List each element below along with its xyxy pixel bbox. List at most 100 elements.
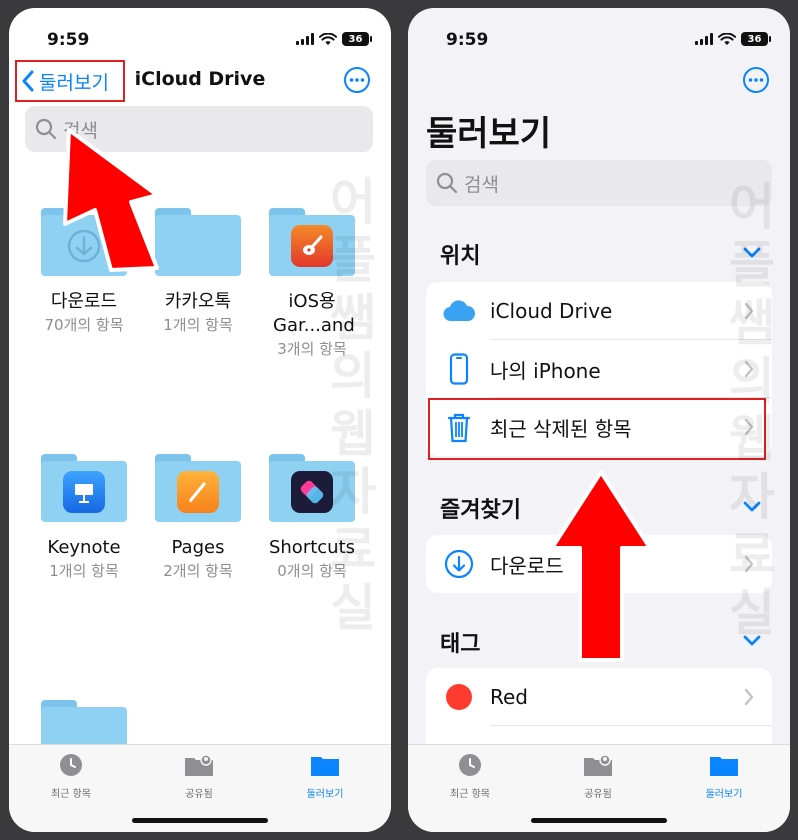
page-title: 둘러보기: [426, 114, 552, 154]
search-input[interactable]: 검색: [25, 106, 373, 152]
tab-browse[interactable]: 둘러보기: [674, 753, 774, 800]
list-item-label: 최근 삭제된 항목: [490, 416, 632, 441]
tab-shared[interactable]: 공유됨: [548, 753, 648, 800]
folder-name: Keynote: [47, 537, 121, 558]
section-header-favorites: 즐겨찾기: [440, 498, 521, 523]
folder-icon: [155, 208, 241, 276]
folder-item[interactable]: 카카오톡 1개의 항목: [141, 208, 255, 336]
folder-name: iOS용 Gar...and: [273, 291, 355, 336]
folder-count: 1개의 항목: [49, 562, 119, 580]
chevron-right-icon: [744, 555, 754, 573]
clock-icon: [459, 754, 481, 776]
folder-name: 다운로드: [50, 291, 118, 312]
cellular-signal-icon: [695, 33, 713, 45]
search-input[interactable]: 검색: [426, 160, 772, 206]
search-icon: [35, 118, 57, 140]
status-icons: 36: [695, 32, 771, 46]
battery-level: 36: [747, 33, 762, 45]
battery-level: 36: [348, 33, 363, 45]
folder-icon: [710, 757, 738, 776]
tab-recents[interactable]: 최근 항목: [420, 753, 520, 800]
status-time: 9:59: [446, 30, 489, 50]
tab-label: 공유됨: [584, 789, 612, 800]
folder-name: Pages: [171, 537, 225, 558]
folder-icon: [155, 454, 241, 522]
section-header-locations: 위치: [440, 244, 481, 269]
tag-color-dot: [442, 680, 476, 714]
folder-name: 카카오톡: [164, 291, 232, 312]
download-icon: [67, 229, 101, 263]
guitar-icon: [291, 225, 333, 267]
folder-count: 3개의 항목: [277, 340, 347, 358]
home-indicator: [531, 818, 667, 823]
chevron-down-icon[interactable]: [742, 634, 762, 648]
list-item-label: Red: [490, 685, 528, 709]
status-icons: 36: [296, 32, 372, 46]
folder-count: 1개의 항목: [163, 316, 233, 334]
clock-icon: [60, 754, 82, 776]
folder-count: 70개의 항목: [44, 316, 124, 334]
section-header-tags: 태그: [440, 632, 481, 657]
trash-icon: [442, 410, 476, 444]
chevron-down-icon[interactable]: [742, 246, 762, 260]
list-item-downloads[interactable]: 다운로드: [426, 535, 772, 593]
icloud-icon: [442, 294, 476, 328]
iphone-icon: [442, 352, 476, 386]
status-bar: 9:59 36: [9, 8, 391, 58]
battery-icon: 36: [741, 32, 771, 46]
shortcuts-icon: [291, 471, 333, 513]
right-phone-screen: 9:59 36 둘러보기 검색 위치 iCloud Drive 나의 iPhon…: [408, 8, 790, 832]
battery-icon: 36: [342, 32, 372, 46]
search-placeholder: 검색: [464, 173, 499, 196]
folder-item[interactable]: Keynote 1개의 항목: [27, 454, 141, 582]
tab-bar: 최근 항목 공유됨 둘러보기: [9, 744, 391, 832]
folder-item[interactable]: Shortcuts 0개의 항목: [255, 454, 369, 582]
list-item-recently-deleted[interactable]: 최근 삭제된 항목: [426, 398, 772, 456]
locations-list: iCloud Drive 나의 iPhone 최근 삭제된 항목: [426, 282, 772, 456]
chevron-down-icon[interactable]: [742, 500, 762, 514]
shared-folder-icon: [185, 754, 213, 776]
more-options-icon[interactable]: [343, 66, 371, 94]
tab-label: 최근 항목: [450, 789, 490, 800]
left-phone-screen: 9:59 36 둘러보기 iCloud Drive 검색 다운로드 70개의 항…: [9, 8, 391, 832]
folder-item[interactable]: iOS용 Gar...and 3개의 항목: [255, 208, 369, 360]
folder-item[interactable]: Pages 2개의 항목: [141, 454, 255, 582]
tab-bar: 최근 항목 공유됨 둘러보기: [408, 744, 790, 832]
folder-name: Shortcuts: [268, 537, 356, 558]
page-title: iCloud Drive: [134, 68, 266, 90]
search-icon: [436, 172, 458, 194]
tab-label: 둘러보기: [705, 789, 743, 800]
cellular-signal-icon: [296, 33, 314, 45]
folder-count: 0개의 항목: [277, 562, 347, 580]
keynote-icon: [63, 471, 105, 513]
list-item-label: iCloud Drive: [490, 299, 613, 323]
tab-label: 둘러보기: [306, 789, 344, 800]
folder-icon: [311, 757, 339, 776]
favorites-list: 다운로드: [426, 535, 772, 593]
list-item-tag-red[interactable]: Red: [426, 668, 772, 726]
folder-icon: [269, 208, 355, 276]
download-circle-icon: [442, 547, 476, 581]
wifi-icon: [718, 32, 736, 45]
list-item-label: 나의 iPhone: [490, 358, 601, 383]
list-item-on-my-iphone[interactable]: 나의 iPhone: [426, 340, 772, 398]
list-item-icloud-drive[interactable]: iCloud Drive: [426, 282, 772, 340]
wifi-icon: [319, 32, 337, 45]
search-placeholder: 검색: [63, 119, 98, 142]
status-time: 9:59: [47, 30, 90, 50]
folder-icon: [269, 454, 355, 522]
folder-icon: [41, 454, 127, 522]
more-options-icon[interactable]: [742, 66, 770, 94]
tab-label: 최근 항목: [51, 789, 91, 800]
tab-shared[interactable]: 공유됨: [149, 753, 249, 800]
tab-label: 공유됨: [185, 789, 213, 800]
folder-item[interactable]: 다운로드 70개의 항목: [27, 208, 141, 336]
chevron-right-icon: [744, 360, 754, 378]
list-item-label: 다운로드: [490, 553, 564, 578]
chevron-right-icon: [744, 688, 754, 706]
tab-recents[interactable]: 최근 항목: [21, 753, 121, 800]
tab-browse[interactable]: 둘러보기: [275, 753, 375, 800]
pen-icon: [177, 471, 219, 513]
status-bar: 9:59 36: [408, 8, 790, 58]
folder-count: 2개의 항목: [163, 562, 233, 580]
